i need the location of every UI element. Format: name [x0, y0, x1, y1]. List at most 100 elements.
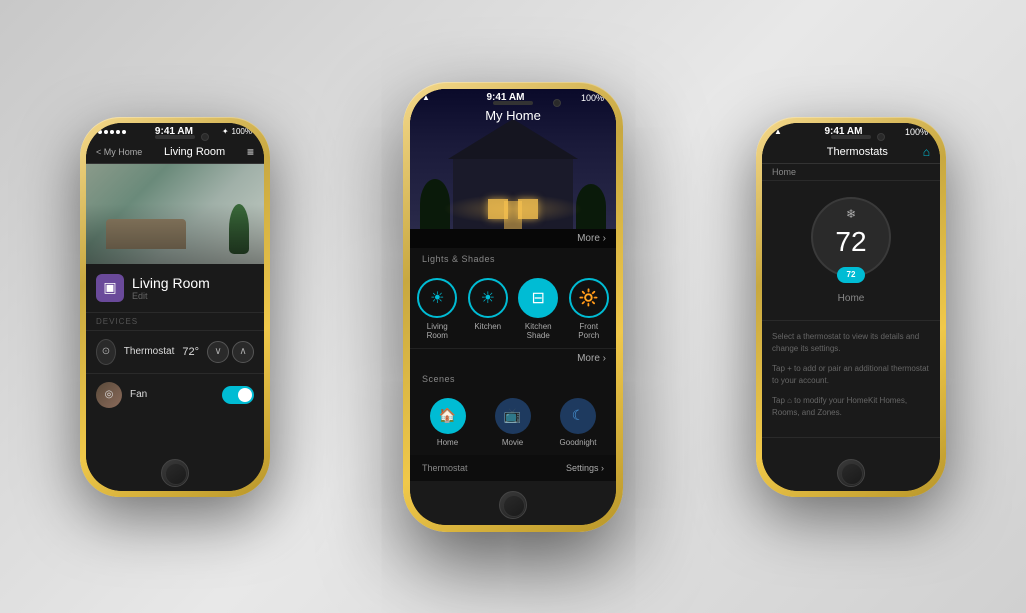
home-button-right[interactable]: [837, 459, 865, 487]
info-add-text: Tap + to add or pair an additional therm…: [772, 364, 929, 385]
camera-center: [553, 99, 561, 107]
info-modify-text: Tap ⌂ to modify your HomeKit Homes, Room…: [772, 396, 907, 417]
menu-icon-left[interactable]: ≡: [247, 145, 254, 159]
temp-controls: ∨ ∧: [207, 341, 254, 363]
snowflake-icon: ❄: [846, 207, 856, 221]
fan-avatar: ◎: [96, 382, 122, 408]
phone-center: ▲ 9:41 AM 100% My Home More › Lights & S…: [403, 82, 623, 532]
info-add: Tap + to add or pair an additional therm…: [772, 363, 930, 387]
phone-left-screen-container: 9:41 AM ✦ 100% < My Home Living Room ≡: [86, 123, 264, 491]
home-icon-right[interactable]: ⌂: [923, 145, 930, 159]
temp-down-btn[interactable]: ∨: [207, 341, 229, 363]
speaker-top-center: [493, 101, 533, 105]
thermostat-badge-temp: 72: [837, 267, 865, 283]
phone2-header-title: My Home: [485, 108, 541, 123]
home-button-inner-center: [503, 495, 525, 517]
scene-movie[interactable]: 📺 Movie: [495, 398, 531, 447]
signal-left: [98, 130, 126, 134]
room-name: Living Room: [132, 275, 210, 291]
temp-up-btn[interactable]: ∧: [232, 341, 254, 363]
room-info: ▣ Living Room Edit: [86, 264, 264, 312]
thermostat-icon-symbol: ⊙: [102, 346, 110, 357]
info-select: Select a thermostat to view its details …: [772, 331, 930, 355]
thermostat-info: Select a thermostat to view its details …: [762, 321, 940, 438]
phone-right-screen: ▲ 9:41 AM 100% Thermostats ⌂ Home ❄ 72: [762, 123, 940, 491]
battery-left: 100%: [232, 127, 252, 136]
lights-more-bar[interactable]: More ›: [410, 348, 616, 368]
phone1-header-title: Living Room: [164, 146, 225, 158]
scene-home-label: Home: [437, 438, 458, 447]
lights-item-living[interactable]: ☀ LivingRoom: [417, 278, 457, 340]
home-button-inner-right: [841, 463, 863, 485]
thermostat-device-icon: ⊙: [96, 339, 116, 365]
thermostat-label-footer: Thermostat: [422, 463, 468, 473]
devices-label: DEVICES: [86, 312, 264, 330]
living-room-light-label: LivingRoom: [427, 322, 448, 340]
speaker-top-right: [831, 135, 871, 139]
phone-center-screen-container: ▲ 9:41 AM 100% My Home More › Lights & S…: [410, 89, 616, 525]
scene-goodnight[interactable]: ☾ Goodnight: [560, 398, 597, 447]
room-icon-symbol: ▣: [103, 279, 116, 296]
camera-right: [877, 133, 885, 141]
sofa: [106, 219, 186, 249]
scenes-row: 🏠 Home 📺 Movie ☾ Goodnight: [410, 390, 616, 455]
room-edit[interactable]: Edit: [132, 291, 210, 301]
phone-left-screen: 9:41 AM ✦ 100% < My Home Living Room ≡: [86, 123, 264, 491]
settings-button[interactable]: Settings ›: [566, 463, 604, 473]
wifi-icon-center: ▲: [422, 93, 430, 102]
breadcrumb-right: Home: [762, 164, 940, 181]
info-select-text: Select a thermostat to view its details …: [772, 332, 919, 353]
front-porch-icon: 🔆: [569, 278, 609, 318]
back-button-left[interactable]: < My Home: [96, 147, 142, 157]
house-glow: [443, 194, 583, 224]
phone3-header-title: Thermostats: [792, 146, 923, 158]
camera-left: [201, 133, 209, 141]
phone-right: ▲ 9:41 AM 100% Thermostats ⌂ Home ❄ 72: [756, 117, 946, 497]
kitchen-shade-icon: ⊟: [518, 278, 558, 318]
signal-dot-2: [104, 130, 108, 134]
scene-goodnight-label: Goodnight: [560, 438, 597, 447]
thermostat-device-row: ⊙ Thermostat 72° ∨ ∧: [86, 330, 264, 373]
phone-center-screen: ▲ 9:41 AM 100% My Home More › Lights & S…: [410, 89, 616, 525]
room-image: [86, 164, 264, 264]
signal-dot-3: [110, 130, 114, 134]
bluetooth-icon: ✦: [222, 127, 229, 136]
lights-more-label: More ›: [577, 353, 606, 364]
scene: 9:41 AM ✦ 100% < My Home Living Room ≡: [0, 0, 1026, 613]
room-text: Living Room Edit: [132, 275, 210, 301]
scenes-section-title: Scenes: [410, 368, 616, 390]
scene-home[interactable]: 🏠 Home: [430, 398, 466, 447]
lights-item-kitchen[interactable]: ☀ Kitchen: [468, 278, 508, 340]
fan-device-row: ◎ Fan: [86, 373, 264, 416]
fan-toggle[interactable]: [222, 386, 254, 404]
kitchen-light-icon: ☀: [468, 278, 508, 318]
status-icons-left: ✦ 100%: [222, 127, 252, 136]
settings-bar: Thermostat Settings ›: [410, 455, 616, 481]
lights-item-porch[interactable]: 🔆 FrontPorch: [569, 278, 609, 340]
thermostat-card[interactable]: ❄ 72 72 Home: [762, 181, 940, 321]
thermostat-home-label: Home: [838, 293, 865, 304]
scene-goodnight-icon: ☾: [560, 398, 596, 434]
fan-device-name: Fan: [130, 389, 214, 400]
plant: [229, 204, 249, 254]
thermostat-device-name: Thermostat: [124, 346, 175, 357]
battery-center: 100%: [581, 93, 604, 103]
front-porch-label: FrontPorch: [578, 322, 599, 340]
home-button-inner-left: [165, 463, 187, 485]
room-icon: ▣: [96, 274, 124, 302]
hero-more-bar[interactable]: More ›: [410, 229, 616, 248]
info-modify: Tap ⌂ to modify your HomeKit Homes, Room…: [772, 395, 930, 419]
lights-icons-row: ☀ LivingRoom ☀ Kitchen ⊟ KitchenShade 🔆 …: [410, 270, 616, 348]
fan-avatar-icon: ◎: [105, 389, 114, 400]
wifi-icon-right: ▲: [774, 127, 782, 136]
lights-item-shade[interactable]: ⊟ KitchenShade: [518, 278, 558, 340]
scene-home-icon: 🏠: [430, 398, 466, 434]
phone1-nav-header: < My Home Living Room ≡: [86, 141, 264, 164]
kitchen-light-label: Kitchen: [474, 322, 501, 331]
sofa-back: [106, 220, 186, 234]
home-button-center[interactable]: [499, 491, 527, 519]
hero-more-label: More ›: [577, 233, 606, 244]
hero-image: ▲ 9:41 AM 100% My Home: [410, 89, 616, 229]
fan-toggle-dot: [238, 388, 252, 402]
home-button-left[interactable]: [161, 459, 189, 487]
